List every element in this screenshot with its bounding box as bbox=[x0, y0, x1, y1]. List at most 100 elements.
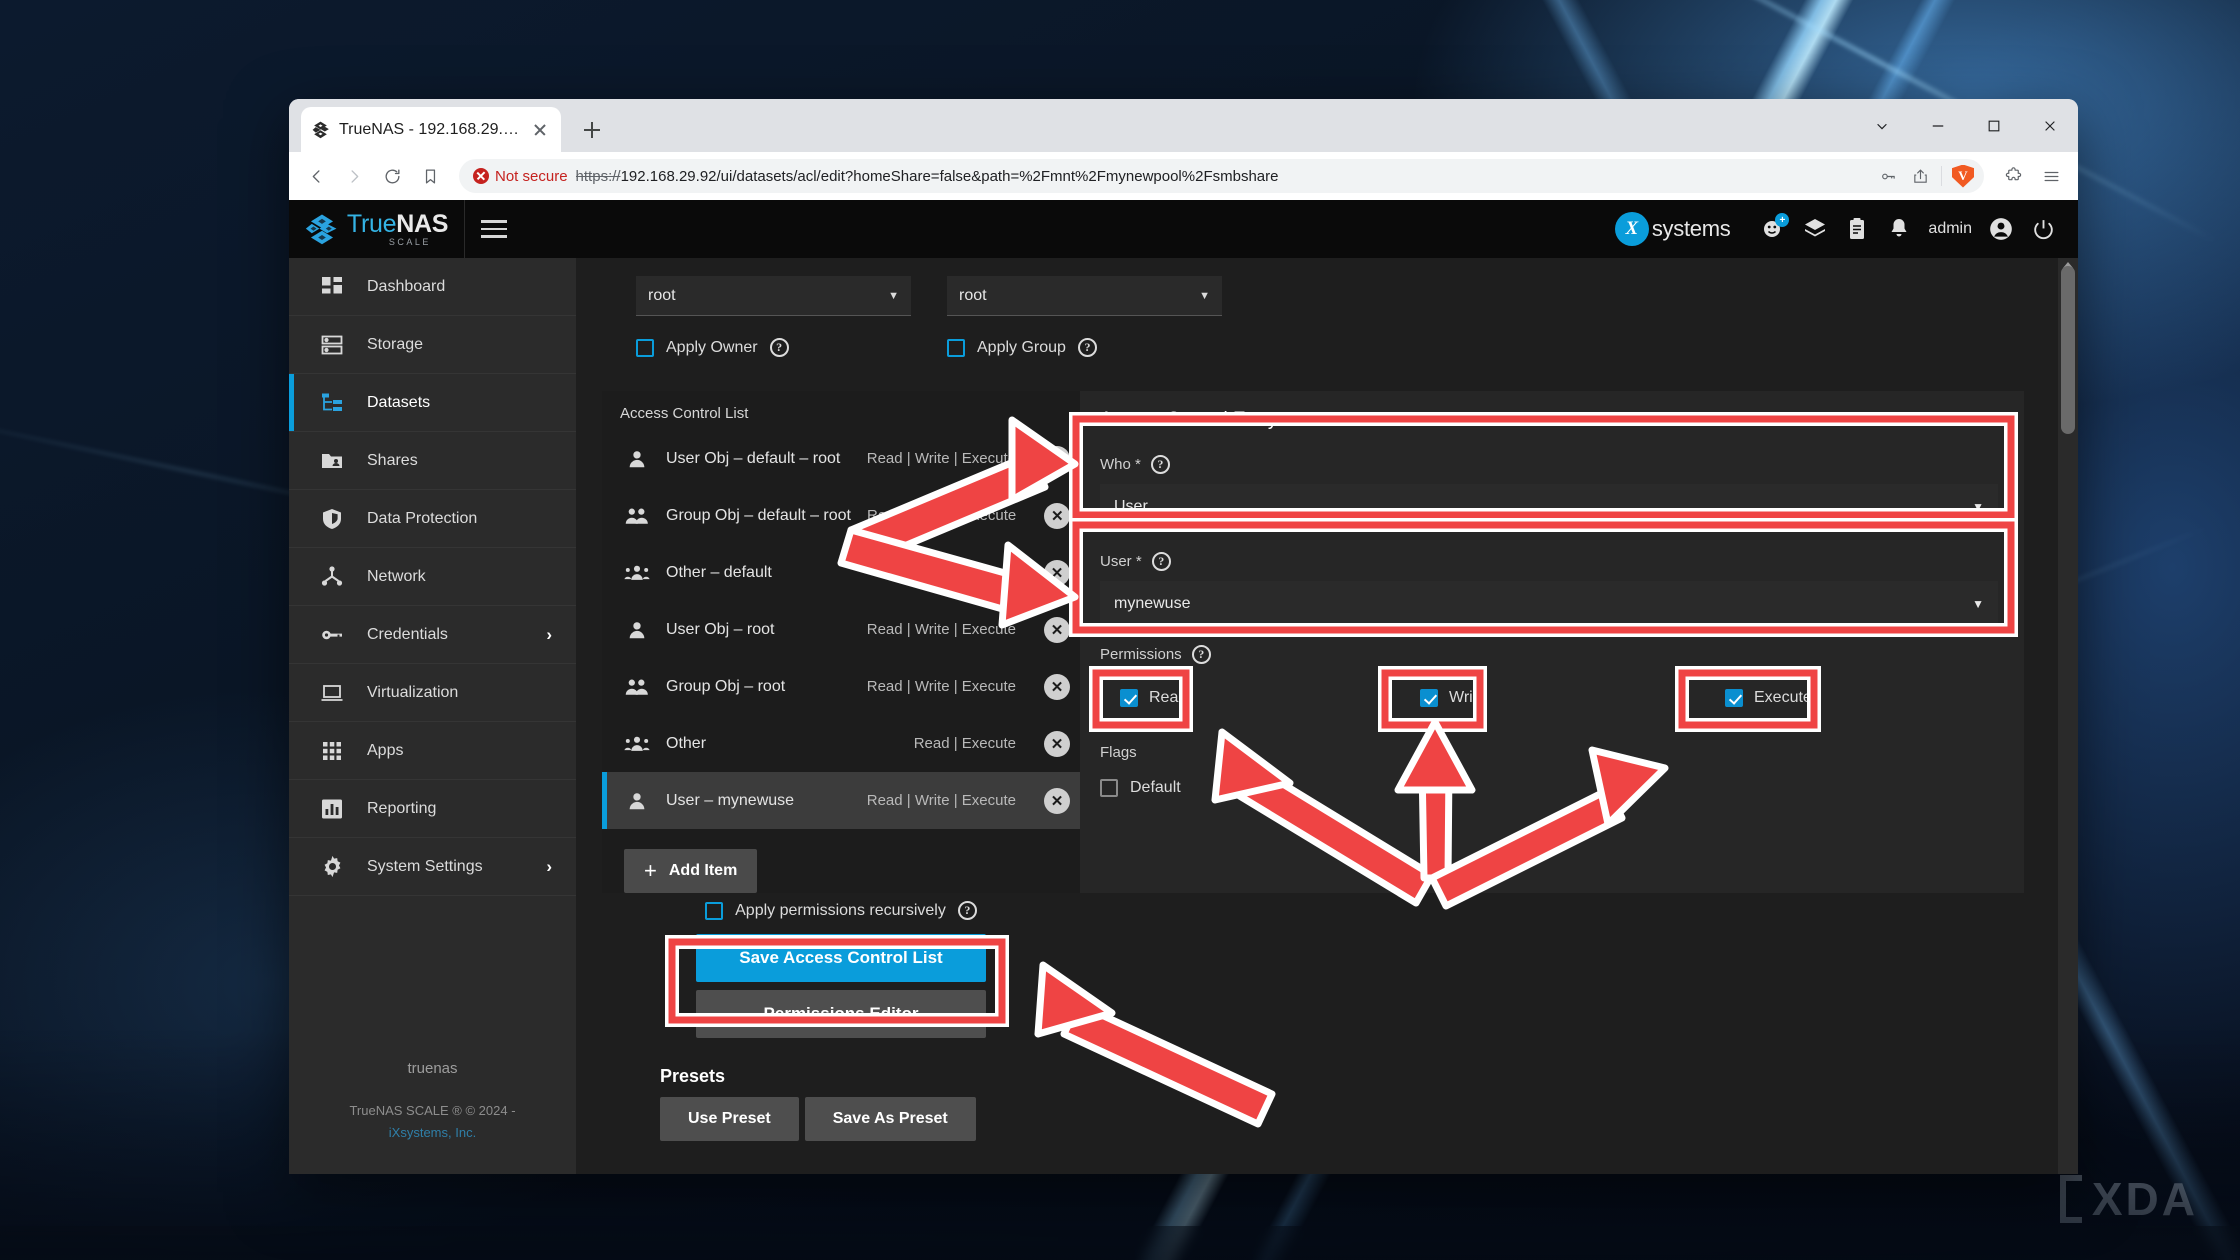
clipboard-icon[interactable] bbox=[1844, 216, 1870, 242]
help-circle-icon[interactable]: ? bbox=[1152, 552, 1171, 571]
acl-panel-title: Access Control List bbox=[602, 405, 1080, 422]
sidebar-item-apps[interactable]: Apps bbox=[289, 722, 576, 780]
save-as-preset-button[interactable]: Save As Preset bbox=[805, 1097, 976, 1141]
tab-close-icon[interactable] bbox=[529, 119, 551, 141]
access-control-entry-panel: Access Control Entry Who * ? User ▼ bbox=[1080, 391, 2024, 893]
remove-circle-icon[interactable]: ✕ bbox=[1044, 674, 1070, 700]
user-select[interactable]: mynewuse ▼ bbox=[1100, 581, 1998, 627]
read-permission[interactable]: Read bbox=[1120, 689, 1187, 707]
remove-circle-icon[interactable]: ✕ bbox=[1044, 560, 1070, 586]
sidebar-toggle-hamburger-icon[interactable] bbox=[465, 200, 523, 258]
tab-search-chevron-icon[interactable] bbox=[1854, 99, 1910, 152]
group-select[interactable]: root ▼ bbox=[947, 276, 1222, 316]
brand-edition: SCALE bbox=[389, 238, 448, 247]
sidebar-item-dashboard[interactable]: Dashboard bbox=[289, 258, 576, 316]
permissions-editor-button[interactable]: Permissions Editor bbox=[696, 990, 986, 1038]
other-icon bbox=[624, 733, 650, 755]
sidebar-item-shares[interactable]: Shares bbox=[289, 432, 576, 490]
reload-icon[interactable] bbox=[375, 159, 409, 193]
notifications-bell-icon[interactable] bbox=[1886, 216, 1912, 242]
apply-recursively-checkbox[interactable] bbox=[705, 902, 723, 920]
back-arrow-icon[interactable] bbox=[299, 159, 333, 193]
sidebar-item-system-settings[interactable]: System Settings › bbox=[289, 838, 576, 896]
window-close-button[interactable] bbox=[2022, 99, 2078, 152]
bookmark-icon[interactable] bbox=[413, 159, 447, 193]
app-header: TrueNAS SCALE X systems + bbox=[289, 200, 2078, 258]
acl-list-item-selected[interactable]: User – mynewuse Read | Write | Execute ✕ bbox=[602, 772, 1080, 829]
add-item-button[interactable]: + Add Item bbox=[624, 849, 757, 893]
acl-list-item[interactable]: User Obj – root Read | Write | Execute ✕ bbox=[602, 601, 1080, 658]
owner-select[interactable]: root ▼ bbox=[636, 276, 911, 316]
sidebar-item-storage[interactable]: Storage bbox=[289, 316, 576, 374]
remove-circle-icon[interactable]: ✕ bbox=[1044, 731, 1070, 757]
help-circle-icon[interactable]: ? bbox=[1151, 455, 1170, 474]
sidebar-item-label: Apps bbox=[367, 742, 403, 760]
content-scrollbar[interactable] bbox=[2058, 258, 2078, 1174]
new-tab-button[interactable] bbox=[577, 115, 607, 145]
extensions-icon[interactable] bbox=[1996, 159, 2030, 193]
help-circle-icon[interactable]: ? bbox=[770, 338, 789, 357]
account-circle-icon[interactable] bbox=[1988, 216, 2014, 242]
browser-tab[interactable]: TrueNAS - 192.168.29.92 bbox=[301, 107, 561, 152]
sidebar-item-network[interactable]: Network bbox=[289, 548, 576, 606]
acl-list-item[interactable]: Other Read | Execute ✕ bbox=[602, 715, 1080, 772]
remove-circle-icon[interactable]: ✕ bbox=[1044, 788, 1070, 814]
who-select[interactable]: User ▼ bbox=[1100, 484, 1998, 530]
read-checkbox[interactable] bbox=[1120, 689, 1138, 707]
window-maximize-button[interactable] bbox=[1966, 99, 2022, 152]
ixsystems-logo[interactable]: X systems bbox=[1615, 212, 1731, 246]
sidebar-item-label: Shares bbox=[367, 452, 418, 470]
window-controls bbox=[1854, 99, 2078, 152]
power-icon[interactable] bbox=[2030, 216, 2056, 242]
share-icon[interactable] bbox=[1905, 161, 1935, 191]
remove-circle-icon[interactable]: ✕ bbox=[1044, 503, 1070, 529]
sidebar-item-credentials[interactable]: Credentials › bbox=[289, 606, 576, 664]
ixsystems-link[interactable]: iXsystems, Inc. bbox=[389, 1125, 476, 1140]
sidebar-item-virtualization[interactable]: Virtualization bbox=[289, 664, 576, 722]
apply-group-checkbox[interactable] bbox=[947, 339, 965, 357]
acl-list-item[interactable]: Other – default None ✕ bbox=[602, 544, 1080, 601]
sidebar-item-data-protection[interactable]: Data Protection bbox=[289, 490, 576, 548]
execute-label: Execute bbox=[1754, 689, 1812, 707]
who-field: Who * ? User ▼ bbox=[1100, 455, 1998, 530]
key-icon[interactable] bbox=[1873, 161, 1903, 191]
sidebar-item-reporting[interactable]: Reporting bbox=[289, 780, 576, 838]
acl-item-name: Other – default bbox=[666, 564, 772, 582]
os-taskbar[interactable] bbox=[0, 1226, 2240, 1260]
default-flag-checkbox[interactable] bbox=[1100, 779, 1118, 797]
help-circle-icon[interactable]: ? bbox=[1078, 338, 1097, 357]
address-bar[interactable]: Not secure https://192.168.29.92/ui/data… bbox=[459, 159, 1984, 193]
forward-arrow-icon[interactable] bbox=[337, 159, 371, 193]
scrollbar-thumb[interactable] bbox=[2061, 266, 2075, 434]
execute-permission[interactable]: Execute bbox=[1725, 689, 1812, 707]
window-minimize-button[interactable] bbox=[1910, 99, 1966, 152]
user-field-label-row: User * ? bbox=[1100, 552, 1998, 571]
apply-group-label: Apply Group bbox=[977, 339, 1066, 357]
write-checkbox[interactable] bbox=[1420, 689, 1438, 707]
remove-circle-icon[interactable]: ✕ bbox=[1044, 446, 1070, 472]
brave-shield-icon[interactable]: V bbox=[1948, 161, 1978, 191]
remove-circle-icon[interactable]: ✕ bbox=[1044, 617, 1070, 643]
jobs-icon[interactable]: + bbox=[1760, 216, 1786, 242]
execute-checkbox[interactable] bbox=[1725, 689, 1743, 707]
hamburger-menu-icon[interactable] bbox=[2034, 159, 2068, 193]
acl-edit-page: root ▼ Apply Owner ? root bbox=[576, 258, 2078, 1174]
use-preset-button[interactable]: Use Preset bbox=[660, 1097, 799, 1141]
write-permission[interactable]: Write bbox=[1420, 689, 1486, 707]
truenas-logo[interactable]: TrueNAS SCALE bbox=[289, 200, 465, 258]
acl-list-item[interactable]: User Obj – default – root Read | Write |… bbox=[602, 430, 1080, 487]
apps-cube-icon[interactable] bbox=[1802, 216, 1828, 242]
chevron-right-icon: › bbox=[546, 857, 552, 877]
omnibox-actions: V bbox=[1873, 161, 1978, 191]
help-circle-icon[interactable]: ? bbox=[1192, 645, 1211, 664]
acl-edit-content: root ▼ Apply Owner ? root bbox=[576, 258, 2050, 1174]
acl-item-permissions: Read | Write | Execute bbox=[867, 450, 1016, 467]
security-status[interactable]: Not secure bbox=[473, 168, 568, 185]
sidebar-item-datasets[interactable]: Datasets bbox=[289, 374, 576, 432]
help-circle-icon[interactable]: ? bbox=[958, 901, 977, 920]
xda-watermark: XDA bbox=[2060, 1172, 2198, 1226]
acl-list-item[interactable]: Group Obj – root Read | Write | Execute … bbox=[602, 658, 1080, 715]
save-access-control-list-button[interactable]: Save Access Control List bbox=[696, 934, 986, 982]
acl-list-item[interactable]: Group Obj – default – root Read | Write … bbox=[602, 487, 1080, 544]
apply-owner-checkbox[interactable] bbox=[636, 339, 654, 357]
